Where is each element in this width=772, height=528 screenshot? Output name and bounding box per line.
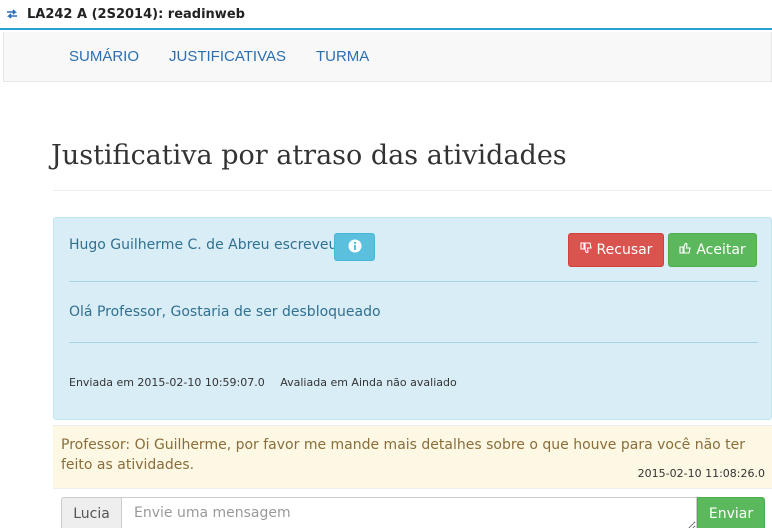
window-title: LA242 A (2S2014): readinweb bbox=[27, 6, 245, 22]
nav-turma[interactable]: TURMA bbox=[316, 48, 369, 65]
nav-justificativas[interactable]: JUSTIFICATIVAS bbox=[169, 48, 286, 65]
top-navbar: SUMÁRIO JUSTIFICATIVAS TURMA bbox=[3, 32, 772, 82]
thumbs-down-icon bbox=[579, 242, 592, 258]
sent-date: Enviada em 2015-02-10 10:59:07.0 bbox=[69, 376, 265, 389]
message-body: Olá Professor, Gostaria de ser desbloque… bbox=[69, 304, 381, 320]
message-author: Hugo Guilherme C. de Abreu escreveu: bbox=[69, 237, 343, 253]
page-title: Justificativa por atraso das atividades bbox=[51, 140, 567, 171]
evaluation-status: Avaliada em Ainda não avaliado bbox=[280, 376, 457, 389]
professor-reply: Professor: Oi Guilherme, por favor me ma… bbox=[53, 425, 772, 489]
accept-label: Aceitar bbox=[696, 242, 746, 258]
window-titlebar: LA242 A (2S2014): readinweb bbox=[0, 0, 772, 30]
title-divider bbox=[53, 190, 772, 191]
message-input[interactable] bbox=[121, 497, 697, 528]
message-composer: Lucia Enviar bbox=[61, 497, 765, 528]
message-meta: Enviada em 2015-02-10 10:59:07.0 Avaliad… bbox=[69, 376, 469, 389]
student-message-panel: Hugo Guilherme C. de Abreu escreveu: Rec… bbox=[53, 217, 772, 420]
accept-button[interactable]: Aceitar bbox=[668, 233, 757, 267]
thumbs-up-icon bbox=[679, 242, 691, 258]
composer-user: Lucia bbox=[61, 497, 121, 528]
panel-divider-top bbox=[69, 281, 758, 282]
app-arrows-icon bbox=[5, 7, 19, 21]
info-button[interactable] bbox=[334, 233, 375, 261]
panel-divider-bottom bbox=[69, 342, 758, 343]
reject-button[interactable]: Recusar bbox=[568, 233, 664, 267]
reply-date: 2015-02-10 11:08:26.0 bbox=[637, 467, 765, 480]
nav-sumario[interactable]: SUMÁRIO bbox=[69, 48, 139, 65]
reject-label: Recusar bbox=[596, 242, 653, 258]
send-button[interactable]: Enviar bbox=[697, 497, 765, 528]
info-icon bbox=[348, 238, 362, 257]
